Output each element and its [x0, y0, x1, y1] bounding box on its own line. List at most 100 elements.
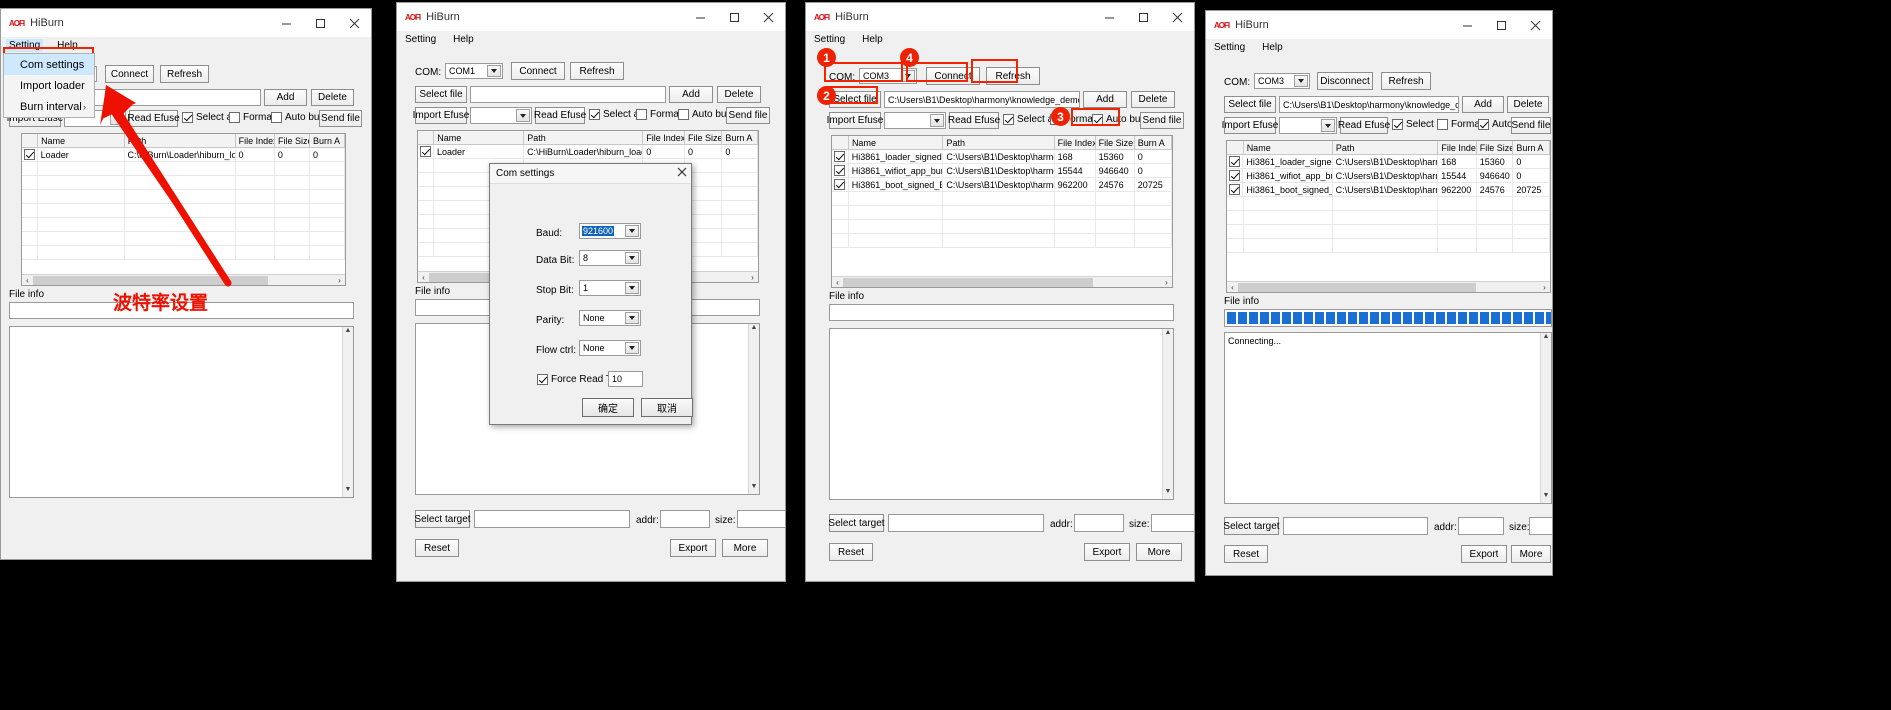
row-checkbox[interactable] [832, 164, 849, 177]
table-row[interactable]: Hi3861_wifiot_app_burn... C:\Users\B1\De… [832, 164, 1172, 178]
select-target-button[interactable]: Select target [828, 514, 885, 532]
row-checkbox[interactable] [418, 145, 434, 158]
menu-setting[interactable]: Setting [402, 33, 439, 46]
scroll-right-icon[interactable]: › [334, 276, 345, 285]
minimize-icon[interactable] [1092, 3, 1126, 31]
scroll-left-icon[interactable]: ‹ [22, 276, 33, 285]
close-icon[interactable] [337, 9, 371, 37]
log-vscrollbar[interactable]: ▲ ▼ [1540, 333, 1551, 503]
close-icon[interactable] [1518, 11, 1552, 39]
reset-button[interactable]: Reset [415, 539, 459, 557]
more-button[interactable]: More [1136, 543, 1182, 561]
refresh-button[interactable]: Refresh [1381, 72, 1431, 90]
target-input[interactable] [474, 510, 630, 528]
size-input[interactable] [1529, 517, 1552, 535]
delete-button[interactable]: Delete [311, 89, 354, 106]
row-checkbox[interactable] [1227, 169, 1244, 182]
send-file-button[interactable]: Send file [1511, 117, 1551, 134]
table-row[interactable]: Hi3861_wifiot_app_burn... C:\Users\B1\De… [1227, 169, 1550, 183]
chevron-down-icon[interactable] [110, 112, 124, 125]
size-input[interactable] [1151, 514, 1194, 532]
chevron-down-icon[interactable] [625, 342, 639, 354]
addr-input[interactable] [660, 510, 710, 528]
scroll-left-icon[interactable]: ‹ [418, 273, 429, 282]
close-icon[interactable] [751, 3, 785, 31]
addr-input[interactable] [1074, 514, 1124, 532]
menu-help[interactable]: Help [450, 33, 477, 46]
menu-item-com-settings[interactable]: Com settings [4, 54, 94, 75]
export-button[interactable]: Export [670, 539, 716, 557]
menu-setting[interactable]: Setting [811, 33, 848, 46]
reset-button[interactable]: Reset [1224, 545, 1268, 563]
scroll-left-icon[interactable]: ‹ [832, 278, 843, 287]
scroll-right-icon[interactable]: › [1539, 283, 1550, 292]
table-row[interactable]: Hi3861_loader_signed.bin C:\Users\B1\Des… [1227, 155, 1550, 169]
menu-help[interactable]: Help [859, 33, 886, 46]
log-vscrollbar[interactable]: ▲ ▼ [748, 324, 759, 494]
chevron-down-icon[interactable] [1294, 75, 1308, 87]
file-table-4[interactable]: Name Path File Index File Size Burn A Hi… [1226, 140, 1551, 293]
target-input[interactable] [1283, 517, 1428, 535]
scroll-left-icon[interactable]: ‹ [1227, 283, 1238, 292]
com-port-select[interactable]: COM3 [859, 68, 917, 84]
send-file-button[interactable]: Send file [319, 110, 362, 127]
hiburn-window-3[interactable]: AOFI HiBurn Setting Help COM: COM3 Conne… [805, 2, 1195, 582]
chevron-down-icon[interactable] [625, 312, 639, 324]
scroll-up-icon[interactable]: ▲ [343, 327, 353, 338]
table-row[interactable]: Hi3861_boot_signed_B.bin C:\Users\B1\Des… [1227, 183, 1550, 197]
file-table-3[interactable]: Name Path File Index File Size Burn A Hi… [831, 135, 1173, 288]
add-button[interactable]: Add [1083, 91, 1127, 108]
hiburn-window-4[interactable]: AOFI HiBurn Setting Help COM: COM3 Disco… [1205, 10, 1553, 576]
import-efuse-button[interactable]: Import Efuse [413, 107, 469, 124]
maximize-icon[interactable] [1484, 11, 1518, 39]
table-hscrollbar[interactable]: ‹ › [22, 274, 345, 285]
select-file-button[interactable]: Select file [829, 91, 881, 108]
delete-button[interactable]: Delete [1131, 91, 1175, 108]
efuse-select[interactable] [1279, 117, 1337, 134]
delete-button[interactable]: Delete [717, 86, 761, 103]
hiburn-window-2[interactable]: AOFI HiBurn Setting Help COM: COM1 Conne… [396, 2, 786, 582]
flow-ctrl-select[interactable]: None [579, 340, 641, 356]
delete-button[interactable]: Delete [1507, 96, 1549, 113]
file-path-input[interactable]: C:\Users\B1\Desktop\harmony\knowledge_de… [884, 91, 1080, 108]
log-output-1[interactable]: ▲ ▼ [9, 326, 354, 498]
hiburn-window-1[interactable]: AOFI HiBurn Setting Help COM: COM1 [0, 8, 372, 560]
scroll-thumb[interactable] [33, 275, 268, 285]
minimize-icon[interactable] [683, 3, 717, 31]
chevron-down-icon[interactable] [901, 70, 915, 82]
formal-checkbox[interactable]: Formal [229, 112, 274, 123]
select-target-button[interactable]: Select target [414, 510, 471, 528]
chevron-down-icon[interactable] [1321, 119, 1335, 132]
connect-button[interactable]: Connect [511, 62, 565, 80]
scroll-up-icon[interactable]: ▲ [749, 324, 759, 335]
scroll-down-icon[interactable]: ▼ [1541, 492, 1551, 503]
maximize-icon[interactable] [717, 3, 751, 31]
more-button[interactable]: More [722, 539, 768, 557]
refresh-button[interactable]: Refresh [570, 62, 624, 80]
efuse-select[interactable] [884, 112, 946, 129]
disconnect-button[interactable]: Disconnect [1317, 72, 1373, 90]
stop-bit-select[interactable]: 1 [579, 280, 641, 296]
log-vscrollbar[interactable]: ▲ ▼ [1162, 329, 1173, 499]
chevron-down-icon[interactable] [487, 65, 501, 77]
addr-input[interactable] [1458, 517, 1504, 535]
scroll-right-icon[interactable]: › [1161, 278, 1172, 287]
log-vscrollbar[interactable]: ▲ ▼ [342, 327, 353, 497]
connect-button[interactable]: Connect [926, 67, 980, 85]
more-button[interactable]: More [1511, 545, 1551, 563]
export-button[interactable]: Export [1084, 543, 1130, 561]
com-port-select[interactable]: COM1 [445, 63, 503, 79]
efuse-select[interactable] [470, 107, 532, 124]
import-efuse-button[interactable]: Import Efuse [1222, 117, 1278, 134]
scroll-up-icon[interactable]: ▲ [1541, 333, 1551, 344]
menu-item-burn-interval[interactable]: Burn interval › [4, 96, 94, 117]
cancel-button[interactable]: 取消 [641, 398, 693, 417]
file-table-1[interactable]: Name Path File Index File Size Burn A Lo… [21, 133, 346, 286]
table-row[interactable]: Loader C:\HiBurn\Loader\hiburn_loader.bi… [418, 145, 758, 159]
reset-button[interactable]: Reset [829, 543, 873, 561]
scroll-down-icon[interactable]: ▼ [343, 486, 353, 497]
scroll-thumb[interactable] [1238, 282, 1476, 292]
refresh-button[interactable]: Refresh [160, 65, 209, 83]
chevron-down-icon[interactable] [516, 109, 530, 122]
send-file-button[interactable]: Send file [1140, 112, 1184, 129]
